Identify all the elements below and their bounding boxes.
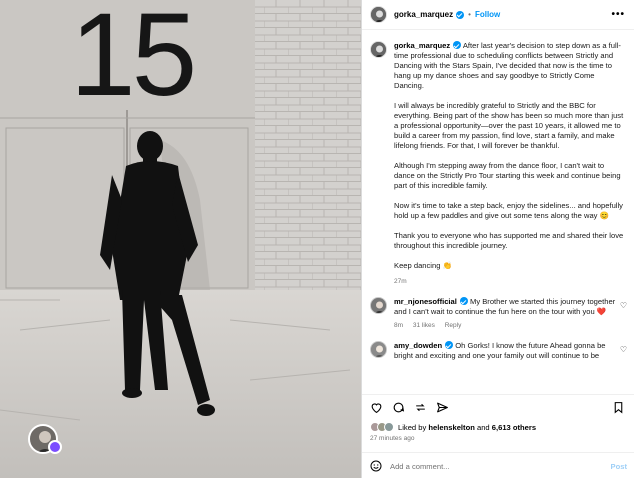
comment-meta: 8m 31 likes Reply <box>394 321 618 331</box>
emoji-icon[interactable] <box>370 460 382 472</box>
likes-prefix: Liked by <box>398 422 427 432</box>
likes-summary[interactable]: Liked by helenskelton and 6,613 others <box>370 422 536 432</box>
likes-middle: and <box>476 422 490 432</box>
caption: gorka_marquez After last year's decision… <box>362 31 634 287</box>
commenter-avatar[interactable] <box>370 297 387 314</box>
caption-paragraph: Keep dancing 👏 <box>394 261 453 270</box>
add-comment-bar: Post <box>362 452 634 478</box>
comment-icon[interactable] <box>392 401 405 414</box>
action-icons <box>370 401 449 417</box>
caption-paragraph: Thank you to everyone who has supported … <box>394 231 624 250</box>
bookmark-icon[interactable] <box>612 401 625 414</box>
verified-icon <box>459 297 468 305</box>
liked-by-user[interactable]: helenskelton <box>428 423 474 432</box>
verified-icon <box>453 41 462 49</box>
repost-icon[interactable] <box>414 401 427 414</box>
likes-count[interactable]: 6,613 others <box>492 423 536 432</box>
caption-time: 27m <box>394 278 407 285</box>
heart-icon[interactable] <box>370 401 383 414</box>
caption-username[interactable]: gorka_marquez <box>394 41 450 50</box>
author-avatar[interactable] <box>370 6 387 23</box>
post-panel: gorka_marquez • Follow ••• gorka_marquez… <box>361 0 634 478</box>
caption-paragraph: Now it's time to take a step back, enjoy… <box>394 201 623 220</box>
tag-badge-icon[interactable] <box>48 440 62 454</box>
caption-paragraph: I will always be incredibly grateful to … <box>394 101 624 150</box>
liker-avatars <box>370 422 394 432</box>
more-horizontal-icon[interactable]: ••• <box>611 9 625 20</box>
comment: mr_njonesofficial My Brother we started … <box>362 287 634 331</box>
liker-avatar <box>384 422 394 432</box>
caption-avatar-icon <box>371 42 386 57</box>
comment-reply-button[interactable]: Reply <box>445 322 462 329</box>
caption-paragraph: Although I'm stepping away from the danc… <box>394 161 621 190</box>
follow-button[interactable]: Follow <box>475 10 500 19</box>
heart-icon[interactable]: ♡ <box>620 301 627 310</box>
comment-likes[interactable]: 31 likes <box>413 322 435 329</box>
post-header: gorka_marquez • Follow ••• <box>362 0 634 30</box>
verified-icon <box>445 341 454 349</box>
comment: amy_dowden Oh Gorks! I know the future A… <box>362 331 634 361</box>
comments-scroll-area[interactable]: gorka_marquez After last year's decision… <box>362 31 634 394</box>
post-actions: Liked by helenskelton and 6,613 others 2… <box>362 394 634 478</box>
comment-time: 8m <box>394 322 404 329</box>
author-avatar-icon <box>371 7 386 22</box>
post-button[interactable]: Post <box>611 462 627 471</box>
commenter-username[interactable]: mr_njonesofficial <box>394 297 457 306</box>
caption-paragraph: gorka_marquez After last year's decision… <box>394 41 626 91</box>
commenter-avatar-icon <box>371 342 386 357</box>
comment-body: mr_njonesofficial My Brother we started … <box>394 297 618 331</box>
share-icon[interactable] <box>436 401 449 414</box>
author-username[interactable]: gorka_marquez <box>394 10 453 19</box>
caption-body: gorka_marquez After last year's decision… <box>394 41 626 287</box>
verified-icon <box>456 10 465 19</box>
comment-body: amy_dowden Oh Gorks! I know the future A… <box>394 341 618 361</box>
commenter-username[interactable]: amy_dowden <box>394 341 442 350</box>
caption-avatar[interactable] <box>370 41 387 58</box>
commenter-avatar[interactable] <box>370 341 387 358</box>
separator-dot: • <box>468 10 471 19</box>
post-photo[interactable]: 15 <box>0 0 361 478</box>
add-comment-input[interactable] <box>390 461 590 471</box>
posted-time: 27 minutes ago <box>370 435 415 442</box>
heart-icon[interactable]: ♡ <box>620 345 627 354</box>
door-number: 15 <box>70 0 197 121</box>
commenter-avatar-icon <box>371 298 386 313</box>
